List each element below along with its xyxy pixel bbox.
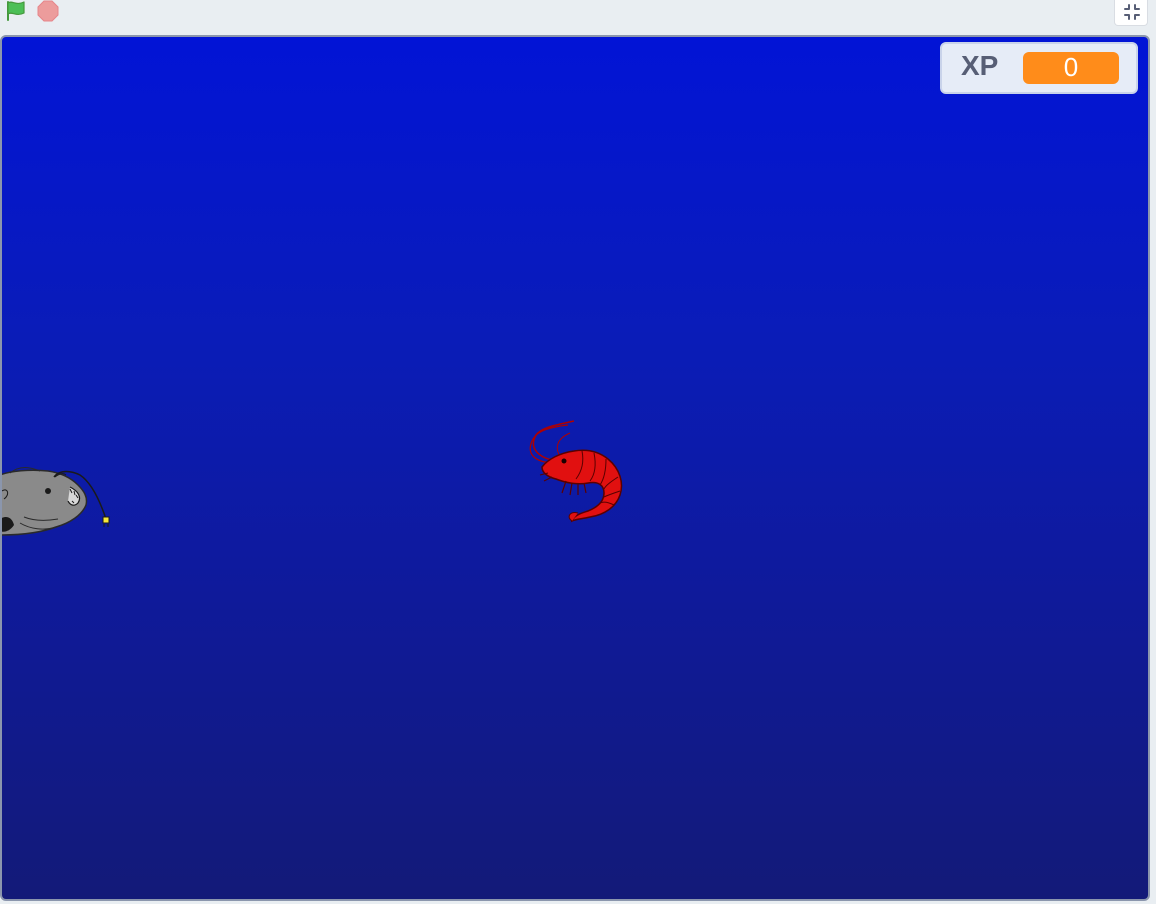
game-stage[interactable]: XP 0 — [0, 35, 1150, 901]
xp-monitor: XP 0 — [940, 42, 1138, 94]
shrimp-sprite[interactable] — [526, 419, 628, 523]
exit-fullscreen-button[interactable] — [1114, 0, 1148, 26]
stop-button[interactable] — [37, 0, 59, 22]
xp-label: XP — [961, 50, 999, 81]
xp-value: 0 — [1023, 52, 1119, 84]
green-flag-icon — [7, 1, 25, 21]
stop-sign-icon — [37, 0, 59, 22]
green-flag-button[interactable] — [4, 0, 28, 22]
stage-header — [0, 0, 1156, 34]
exit-fullscreen-icon — [1124, 4, 1140, 20]
anglerfish-sprite[interactable] — [0, 435, 118, 539]
